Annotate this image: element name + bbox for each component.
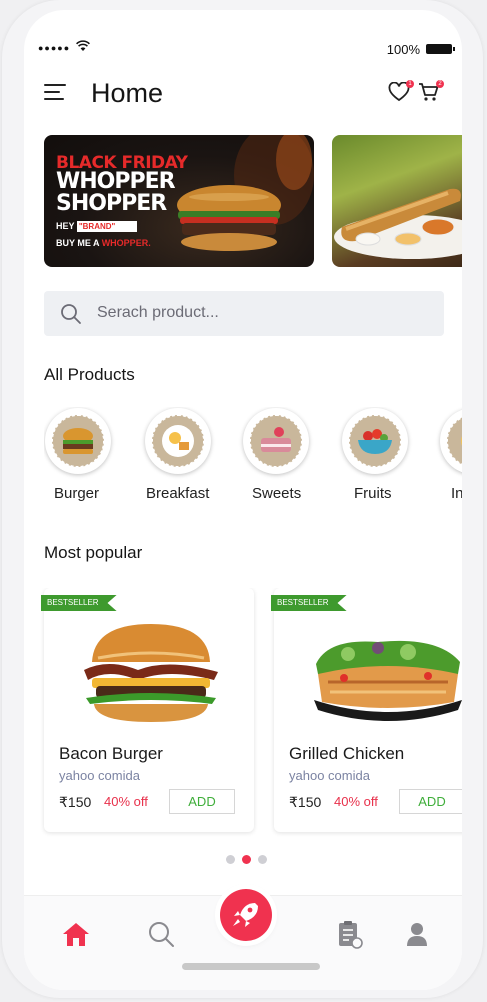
banner-buy-line: BUY ME A WHOPPER. bbox=[56, 238, 151, 248]
most-popular-heading: Most popular bbox=[44, 543, 143, 562]
category-more[interactable]: In bbox=[439, 407, 462, 522]
page-title: Home bbox=[91, 78, 164, 108]
product-card-grilled-chicken[interactable]: BESTSELLER Grilled Chicken yahoo comida … bbox=[271, 588, 462, 832]
product-discount: 40% off bbox=[334, 794, 378, 809]
app-header: Home 1 2 bbox=[24, 72, 462, 112]
bottom-tab-bar bbox=[24, 889, 462, 990]
add-to-cart-button[interactable]: ADD bbox=[169, 789, 235, 814]
pager-dot[interactable] bbox=[258, 855, 267, 864]
black-friday-banner[interactable]: BLACK FRIDAY WHOPPER SHOPPER HEY "BRAND" … bbox=[44, 135, 314, 267]
product-vendor: yahoo comida bbox=[59, 768, 140, 783]
category-list: Burger Breakfast Sweets Fruits In bbox=[44, 407, 462, 522]
category-label: In bbox=[451, 485, 462, 502]
grilled-chicken-image bbox=[314, 640, 462, 721]
home-indicator bbox=[182, 963, 320, 970]
category-label: Fruits bbox=[354, 485, 392, 502]
category-fruits[interactable]: Fruits bbox=[341, 407, 431, 522]
product-vendor: yahoo comida bbox=[289, 768, 370, 783]
cart-icon[interactable]: 2 bbox=[418, 80, 444, 104]
product-name: Bacon Burger bbox=[59, 744, 163, 763]
status-bar: ●●●●● 100% bbox=[24, 40, 462, 60]
product-name: Grilled Chicken bbox=[289, 744, 405, 763]
breakfast-icon bbox=[145, 408, 211, 474]
category-label: Breakfast bbox=[146, 485, 210, 502]
category-label: Sweets bbox=[252, 485, 302, 502]
pager-dot-active[interactable] bbox=[242, 855, 251, 864]
category-sweets[interactable]: Sweets bbox=[242, 407, 332, 522]
product-discount: 40% off bbox=[104, 794, 148, 809]
hamburger-menu-icon[interactable] bbox=[44, 84, 66, 100]
phone-frame: ●●●●● 100% Home 1 2 BLACK FRIDAY WHOPPER… bbox=[2, 0, 483, 998]
bacon-burger-image bbox=[84, 624, 218, 722]
battery-icon bbox=[426, 44, 455, 54]
home-icon[interactable] bbox=[58, 916, 94, 952]
category-burger[interactable]: Burger bbox=[44, 407, 134, 522]
product-card-bacon-burger[interactable]: BESTSELLER Bacon Burger yahoo comida ₹15… bbox=[41, 588, 254, 832]
clipboard-icon[interactable] bbox=[331, 916, 367, 952]
search-bar[interactable]: Serach product... bbox=[44, 291, 444, 336]
bestseller-badge: BESTSELLER bbox=[41, 595, 117, 611]
product-price: ₹150 bbox=[59, 794, 92, 810]
product-price: ₹150 bbox=[289, 794, 322, 810]
dosa-banner[interactable] bbox=[332, 135, 462, 267]
add-to-cart-button[interactable]: ADD bbox=[399, 789, 462, 814]
banner-subheadline: WHOPPER SHOPPER bbox=[56, 169, 176, 216]
banner-hey-line: HEY "BRAND" bbox=[56, 221, 137, 233]
search-input[interactable]: Serach product... bbox=[97, 304, 219, 322]
signal-indicator: ●●●●● bbox=[38, 43, 71, 53]
pager-dot[interactable] bbox=[226, 855, 235, 864]
category-breakfast[interactable]: Breakfast bbox=[144, 407, 234, 522]
fruit-bowl-icon bbox=[342, 408, 408, 474]
battery-percent: 100% bbox=[386, 42, 420, 57]
burger-icon bbox=[45, 408, 111, 474]
wishlist-heart-icon[interactable]: 1 bbox=[388, 80, 414, 104]
app-screen: ●●●●● 100% Home 1 2 BLACK FRIDAY WHOPPER… bbox=[24, 10, 462, 990]
search-icon[interactable] bbox=[143, 916, 179, 952]
promo-carousel[interactable]: BLACK FRIDAY WHOPPER SHOPPER HEY "BRAND" … bbox=[44, 135, 462, 267]
rocket-icon[interactable] bbox=[220, 889, 272, 941]
wishlist-badge: 1 bbox=[406, 80, 414, 88]
all-products-heading: All Products bbox=[44, 365, 135, 384]
bestseller-badge: BESTSELLER bbox=[271, 595, 347, 611]
user-icon[interactable] bbox=[399, 916, 435, 952]
cart-badge: 2 bbox=[436, 80, 444, 88]
search-icon bbox=[60, 303, 82, 325]
wifi-icon bbox=[76, 40, 90, 55]
category-label: Burger bbox=[54, 485, 100, 502]
cake-icon bbox=[243, 408, 309, 474]
popular-products-list: BESTSELLER Bacon Burger yahoo comida ₹15… bbox=[40, 588, 462, 848]
food-icon bbox=[440, 408, 462, 474]
